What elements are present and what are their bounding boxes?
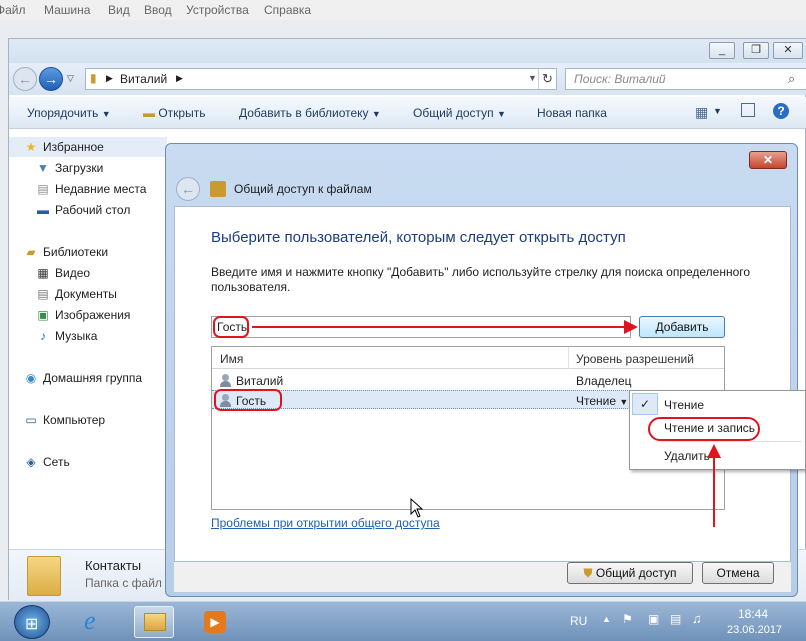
annotation-arrowhead xyxy=(624,320,638,334)
taskbar-explorer-button[interactable] xyxy=(134,606,174,638)
start-button[interactable]: ⊞ xyxy=(14,605,50,639)
taskbar-ie-button[interactable]: e xyxy=(76,606,116,638)
volume-icon[interactable]: ♫ xyxy=(692,611,702,626)
internet-explorer-icon: e xyxy=(84,606,96,635)
annotation-arrows xyxy=(252,320,721,527)
taskbar: ⊞ e ▶ RU ▲ ⚑ ▣ ▤ ♫ 18:44 23.06.2017 xyxy=(0,601,806,641)
annotation-arrowhead xyxy=(707,444,721,458)
taskbar-media-button[interactable]: ▶ xyxy=(194,606,234,638)
clock-time[interactable]: 18:44 xyxy=(738,607,768,621)
network-tray-icon[interactable]: ▣ xyxy=(648,612,659,626)
mouse-cursor-icon xyxy=(410,498,424,518)
clock-date[interactable]: 23.06.2017 xyxy=(727,624,782,636)
tray-expand-icon[interactable]: ▲ xyxy=(602,614,611,624)
media-player-icon: ▶ xyxy=(204,611,226,633)
windows-logo-icon: ⊞ xyxy=(25,616,39,633)
explorer-folder-icon xyxy=(144,613,166,631)
network-status-icon[interactable]: ▤ xyxy=(670,612,681,626)
language-indicator[interactable]: RU xyxy=(570,614,587,628)
action-center-flag-icon[interactable]: ⚑ xyxy=(622,612,633,626)
